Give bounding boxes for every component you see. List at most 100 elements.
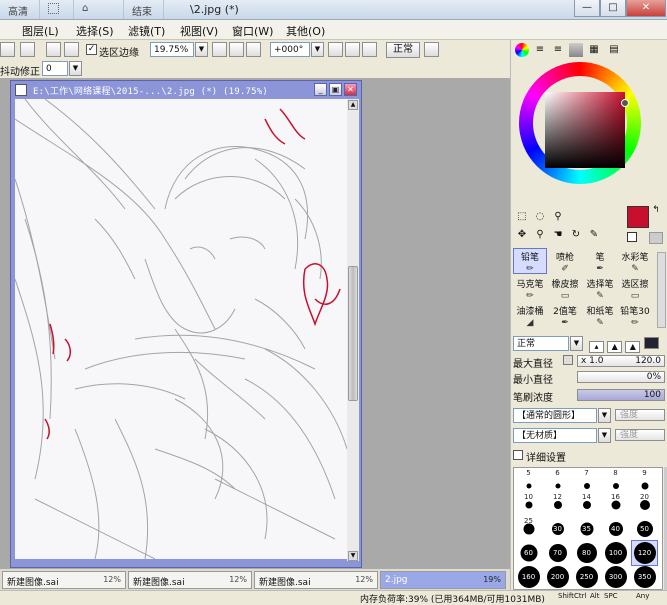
doc-close-button[interactable]: ✕ bbox=[344, 83, 357, 96]
zoom-out-icon[interactable] bbox=[212, 42, 227, 57]
brush-pencil[interactable]: 铅笔 ✏ bbox=[513, 248, 547, 274]
max-size-slider[interactable]: x 1.0 120.0 bbox=[577, 355, 665, 367]
zoom-field[interactable]: 19.75% bbox=[150, 42, 194, 57]
scroll-down-icon[interactable]: ▼ bbox=[348, 551, 358, 561]
shape-preset-icon[interactable]: ▲ bbox=[607, 341, 623, 353]
blend-mode-button[interactable]: 正常 bbox=[386, 42, 420, 58]
shape-preset-icon[interactable] bbox=[643, 337, 659, 349]
doc-minimize-button[interactable]: _ bbox=[314, 83, 327, 96]
brush-size-cell[interactable]: 7 bbox=[574, 469, 599, 493]
brush-size-cell[interactable]: 60 bbox=[516, 541, 541, 565]
brush-size-cell[interactable]: 10 bbox=[516, 493, 541, 517]
zoom-in-icon[interactable] bbox=[229, 42, 244, 57]
doc-maximize-button[interactable]: ▣ bbox=[329, 83, 342, 96]
rotate-icon[interactable]: ↻ bbox=[569, 228, 583, 242]
doc-tab-4[interactable]: 2.jpg 19% bbox=[380, 571, 506, 589]
flip-icon[interactable] bbox=[424, 42, 439, 57]
brush-eraser[interactable]: 橡皮擦 ▭ bbox=[548, 275, 582, 301]
move-icon[interactable]: ✥ bbox=[515, 228, 529, 242]
redo-icon[interactable] bbox=[20, 42, 35, 57]
shape-preset-icon[interactable]: ▴ bbox=[589, 341, 604, 353]
brush-select-eraser[interactable]: 选区擦 ▭ bbox=[618, 275, 652, 301]
brush-size-cell[interactable]: 300 bbox=[603, 565, 628, 589]
saturation-value-square[interactable] bbox=[545, 92, 625, 168]
eyedropper-icon[interactable]: ✎ bbox=[587, 228, 601, 242]
brush-size-cell[interactable]: 8 bbox=[603, 469, 628, 493]
rotation-field[interactable]: +000° bbox=[270, 42, 310, 57]
brush-bucket[interactable]: 油漆桶 ◢ bbox=[513, 302, 547, 328]
brush-size-cell[interactable]: 30 bbox=[545, 517, 570, 541]
zoom-icon[interactable]: ⚲ bbox=[533, 228, 547, 242]
brush-size-cell[interactable]: 6 bbox=[545, 469, 570, 493]
brush-texture-field[interactable]: 【无材质】 bbox=[513, 428, 597, 443]
brush-size-cell[interactable]: 70 bbox=[545, 541, 570, 565]
brush-size-cell[interactable]: 40 bbox=[603, 517, 628, 541]
primary-color-swatch[interactable] bbox=[627, 206, 649, 228]
undo-icon[interactable] bbox=[0, 42, 15, 57]
stabilizer-dropdown-icon[interactable]: ▼ bbox=[69, 61, 82, 76]
density-slider[interactable]: 100 bbox=[577, 389, 665, 401]
color-picker-handle[interactable] bbox=[621, 99, 629, 107]
brush-pencil30[interactable]: 铅笔30 ✏ bbox=[618, 302, 652, 328]
reset-colors-icon[interactable] bbox=[627, 232, 637, 242]
brush-airbrush[interactable]: 喷枪 ✐ bbox=[548, 248, 582, 274]
maximize-button[interactable]: □ bbox=[600, 0, 626, 17]
brush-size-cell[interactable]: 14 bbox=[574, 493, 599, 517]
brush-size-cell[interactable]: 200 bbox=[545, 565, 570, 589]
brush-mode-dropdown-icon[interactable]: ▼ bbox=[570, 336, 583, 351]
scrollbar-thumb[interactable] bbox=[348, 266, 358, 401]
doc-tab-2[interactable]: 新建图像.sai 12% bbox=[128, 571, 252, 589]
doc-tab-1[interactable]: 新建图像.sai 12% bbox=[2, 571, 126, 589]
brush-size-cell[interactable]: 160 bbox=[516, 565, 541, 589]
swap-colors-icon[interactable]: ↰ bbox=[649, 204, 663, 218]
title-tab-end[interactable]: 结束 bbox=[124, 0, 164, 19]
title-tab-home[interactable]: ⌂ bbox=[74, 0, 124, 19]
rotate-left-icon[interactable] bbox=[328, 42, 343, 57]
menu-select[interactable]: 选择(S) bbox=[76, 23, 114, 39]
brush-size-cell[interactable]: 80 bbox=[574, 541, 599, 565]
brush-shape-presets[interactable]: ▴ ▲ ▲ bbox=[589, 337, 665, 353]
brush-texture-dropdown-icon[interactable]: ▼ bbox=[598, 428, 611, 443]
close-button[interactable]: ✕ bbox=[626, 0, 666, 17]
title-tab-blank[interactable] bbox=[40, 0, 74, 19]
brush-size-cell[interactable]: 12 bbox=[545, 493, 570, 517]
rotate-right-icon[interactable] bbox=[345, 42, 360, 57]
texture-strength-slider[interactable]: 强度 bbox=[615, 429, 665, 441]
brush-size-cell[interactable]: 20 bbox=[632, 493, 657, 517]
menu-filter[interactable]: 滤镜(T) bbox=[128, 23, 165, 39]
invert-select-icon[interactable] bbox=[64, 42, 79, 57]
size-lock-icon[interactable] bbox=[563, 355, 573, 365]
minimize-button[interactable]: — bbox=[574, 0, 600, 17]
menu-window[interactable]: 窗口(W) bbox=[232, 23, 273, 39]
brush-size-cell[interactable]: 50 bbox=[632, 517, 657, 541]
stabilizer-field[interactable]: 0 bbox=[42, 61, 68, 76]
rotate-reset-icon[interactable] bbox=[362, 42, 377, 57]
rgb-slider-icon[interactable]: ≡ bbox=[533, 43, 547, 57]
brush-size-cell[interactable]: 9 bbox=[632, 469, 657, 493]
brush-shape-field[interactable]: 【通常的圆形】 bbox=[513, 408, 597, 423]
rect-select-icon[interactable]: ⬚ bbox=[515, 210, 529, 224]
scroll-up-icon[interactable]: ▲ bbox=[348, 100, 358, 110]
brush-grid-scrollbar[interactable] bbox=[657, 252, 666, 328]
brush-size-cell[interactable]: 5 bbox=[516, 469, 541, 493]
menu-layer[interactable]: 图层(L) bbox=[22, 23, 59, 39]
brush-mode-field[interactable]: 正常 bbox=[513, 336, 569, 351]
brush-size-cell[interactable]: 25 bbox=[516, 517, 541, 541]
menu-other[interactable]: 其他(O) bbox=[286, 23, 325, 39]
min-size-slider[interactable]: 0% bbox=[577, 371, 665, 383]
scratch-pad-icon[interactable]: ▤ bbox=[607, 43, 621, 57]
swatch-icon[interactable] bbox=[569, 43, 583, 57]
title-tab-hd[interactable]: 高清 bbox=[0, 0, 40, 19]
selection-edge-checkbox[interactable]: ✓ bbox=[86, 44, 97, 55]
transparent-color-icon[interactable] bbox=[649, 232, 663, 244]
brush-size-cell[interactable]: 350 bbox=[632, 565, 657, 589]
lasso-icon[interactable]: ◌ bbox=[533, 210, 547, 224]
magic-wand-icon[interactable]: ⚲ bbox=[551, 210, 565, 224]
brush-washi-pen[interactable]: 和纸笔 ✎ bbox=[583, 302, 617, 328]
detail-checkbox[interactable] bbox=[513, 450, 523, 460]
brush-watercolor[interactable]: 水彩笔 ✎ bbox=[618, 248, 652, 274]
hsv-slider-icon[interactable]: ≡ bbox=[551, 43, 565, 57]
palette-icon[interactable]: ▦ bbox=[587, 43, 601, 57]
color-wheel-icon[interactable] bbox=[515, 43, 529, 57]
brush-marker[interactable]: 马克笔 ✏ bbox=[513, 275, 547, 301]
